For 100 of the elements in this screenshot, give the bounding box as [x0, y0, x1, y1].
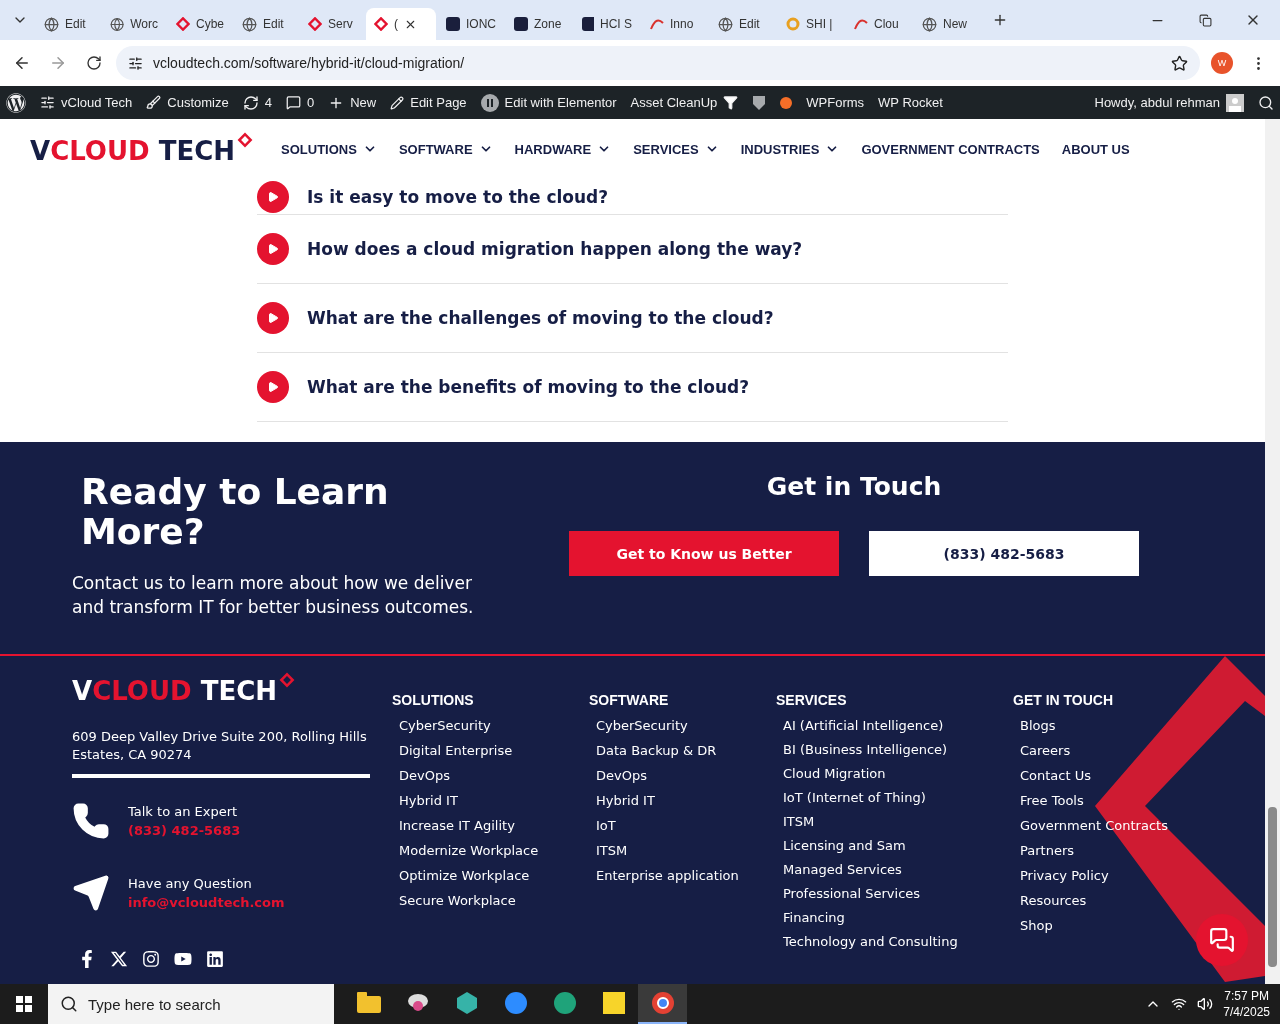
faq-question[interactable]: What are the benefits of moving to the cloud?: [307, 377, 750, 397]
browser-tab[interactable]: Clou: [846, 8, 912, 40]
footer-link[interactable]: Free Tools: [1020, 793, 1084, 818]
clock[interactable]: 7:57 PM 7/4/2025: [1213, 988, 1280, 1020]
footer-link[interactable]: Professional Services: [783, 886, 921, 910]
browser-tab[interactable]: SHI |: [778, 8, 844, 40]
footer-link[interactable]: Careers: [1020, 743, 1071, 768]
browser-tab[interactable]: Serv: [300, 8, 364, 40]
pencil-icon[interactable]: [390, 95, 405, 110]
browser-tab[interactable]: Zone: [506, 8, 572, 40]
browser-tab[interactable]: HCI S: [574, 8, 640, 40]
footer-link[interactable]: Secure Workplace: [399, 893, 516, 918]
footer-link[interactable]: ITSM: [596, 843, 628, 868]
wp-rocket-link[interactable]: WP Rocket: [878, 95, 943, 110]
nav-link[interactable]: SOFTWARE: [398, 141, 493, 157]
browser-tab[interactable]: New: [914, 8, 984, 40]
youtube-icon[interactable]: [174, 950, 192, 968]
brush-icon[interactable]: [146, 95, 162, 110]
browser-tab[interactable]: Edit: [36, 8, 100, 40]
browser-tab[interactable]: Worc: [102, 8, 166, 40]
footer-link[interactable]: DevOps: [596, 768, 647, 793]
refresh-icon[interactable]: [242, 94, 259, 111]
browser-tab[interactable]: Edit: [234, 8, 298, 40]
footer-link[interactable]: Increase IT Agility: [399, 818, 515, 843]
phone-button[interactable]: (833) 482-5683: [869, 531, 1139, 576]
funnel-icon[interactable]: [723, 95, 739, 110]
footer-link[interactable]: Digital Enterprise: [399, 743, 513, 768]
linkedin-icon[interactable]: [206, 950, 224, 968]
elementor-icon[interactable]: [480, 93, 499, 112]
footer-link[interactable]: Resources: [1020, 893, 1087, 918]
browser-tab[interactable]: Edit: [710, 8, 776, 40]
footer-link[interactable]: IoT: [596, 818, 616, 843]
new-link[interactable]: New: [350, 95, 377, 110]
wpforms-link[interactable]: WPForms: [806, 95, 865, 110]
forward-arrow-icon[interactable]: [49, 54, 67, 72]
scrollbar-thumb[interactable]: [1268, 807, 1277, 967]
video-icon[interactable]: [503, 991, 528, 1015]
footer-link[interactable]: Licensing and Sam: [783, 838, 906, 862]
site-link[interactable]: vCloud Tech: [61, 95, 133, 110]
edit-page-link[interactable]: Edit Page: [410, 95, 467, 110]
footer-link[interactable]: Modernize Workplace: [399, 843, 539, 868]
footer-link[interactable]: BI (Business Intelligence): [783, 742, 948, 766]
bookmark-icon[interactable]: [1171, 54, 1188, 72]
footer-link[interactable]: Cloud Migration: [783, 766, 886, 790]
hexagon-icon[interactable]: [454, 991, 479, 1015]
footer-link[interactable]: Hybrid IT: [399, 793, 458, 818]
chrome-icon[interactable]: [650, 991, 675, 1015]
customize-link[interactable]: Customize: [167, 95, 229, 110]
reload-icon[interactable]: [86, 55, 102, 71]
network-icon[interactable]: [1171, 996, 1188, 1012]
restore-icon[interactable]: [1198, 13, 1212, 27]
footer-link[interactable]: Partners: [1020, 843, 1075, 868]
dashboard-icon[interactable]: [40, 95, 55, 110]
asset-cleanup-link[interactable]: Asset CleanUp: [630, 95, 718, 110]
play-icon[interactable]: [257, 371, 289, 403]
footer-link[interactable]: DevOps: [399, 768, 450, 793]
nav-link[interactable]: SOLUTIONS: [281, 141, 377, 157]
nav-link[interactable]: SERVICES: [633, 141, 719, 157]
footer-link[interactable]: Shop: [1020, 918, 1053, 943]
updates-count[interactable]: 4: [264, 95, 272, 110]
instagram-icon[interactable]: [142, 950, 160, 968]
faq-question[interactable]: How does a cloud migration happen along the way?: [307, 239, 803, 259]
plus-icon[interactable]: [992, 12, 1008, 28]
nav-link[interactable]: HARDWARE: [514, 141, 612, 157]
volume-icon[interactable]: [1197, 996, 1214, 1012]
wordpress-icon[interactable]: [6, 92, 26, 113]
get-to-know-button[interactable]: Get to Know us Better: [569, 531, 839, 576]
footer-link[interactable]: ITSM: [783, 814, 815, 838]
shield-icon[interactable]: [752, 94, 767, 111]
play-icon[interactable]: [257, 302, 289, 334]
address-bar[interactable]: vcloudtech.com/software/hybrid-it/cloud-migration/: [116, 46, 1200, 80]
search-icon[interactable]: [1258, 94, 1274, 111]
play-icon[interactable]: [257, 180, 289, 213]
comments-count[interactable]: 0: [306, 95, 315, 110]
nav-link[interactable]: GOVERNMENT CONTRACTS: [861, 141, 1040, 157]
footer-link[interactable]: CyberSecurity: [596, 718, 688, 743]
footer-link[interactable]: Managed Services: [783, 862, 902, 886]
avatar-icon[interactable]: [1226, 93, 1244, 112]
play-icon[interactable]: [257, 233, 289, 265]
browser-tab[interactable]: Inno: [642, 8, 708, 40]
footer-link[interactable]: Data Backup & DR: [596, 743, 717, 768]
footer-link[interactable]: Financing: [783, 910, 845, 934]
elementor-link[interactable]: Edit with Elementor: [504, 95, 617, 110]
faq-question[interactable]: Is it easy to move to the cloud?: [307, 186, 609, 207]
browser-tab[interactable]: Cybe: [168, 8, 232, 40]
footer-link[interactable]: Privacy Policy: [1020, 868, 1109, 893]
nav-link[interactable]: ABOUT US: [1061, 141, 1130, 157]
browser-icon[interactable]: [552, 991, 577, 1015]
nav-link[interactable]: INDUSTRIES: [740, 141, 840, 157]
site-settings-icon[interactable]: [128, 55, 143, 71]
footer-link[interactable]: Optimize Workplace: [399, 868, 530, 893]
footer-link[interactable]: IoT (Internet of Thing): [783, 790, 926, 814]
footer-link[interactable]: Hybrid IT: [596, 793, 655, 818]
footer-link[interactable]: AI (Artificial Intelligence): [783, 718, 944, 742]
footer-link[interactable]: Blogs: [1020, 718, 1056, 743]
browser-tab[interactable]: IONC: [438, 8, 504, 40]
browser-tab[interactable]: (: [366, 8, 436, 40]
footer-link[interactable]: Enterprise application: [596, 868, 739, 893]
faq-question[interactable]: What are the challenges of moving to the cloud?: [307, 308, 774, 328]
taskbar-search[interactable]: Type here to search: [48, 984, 334, 1024]
